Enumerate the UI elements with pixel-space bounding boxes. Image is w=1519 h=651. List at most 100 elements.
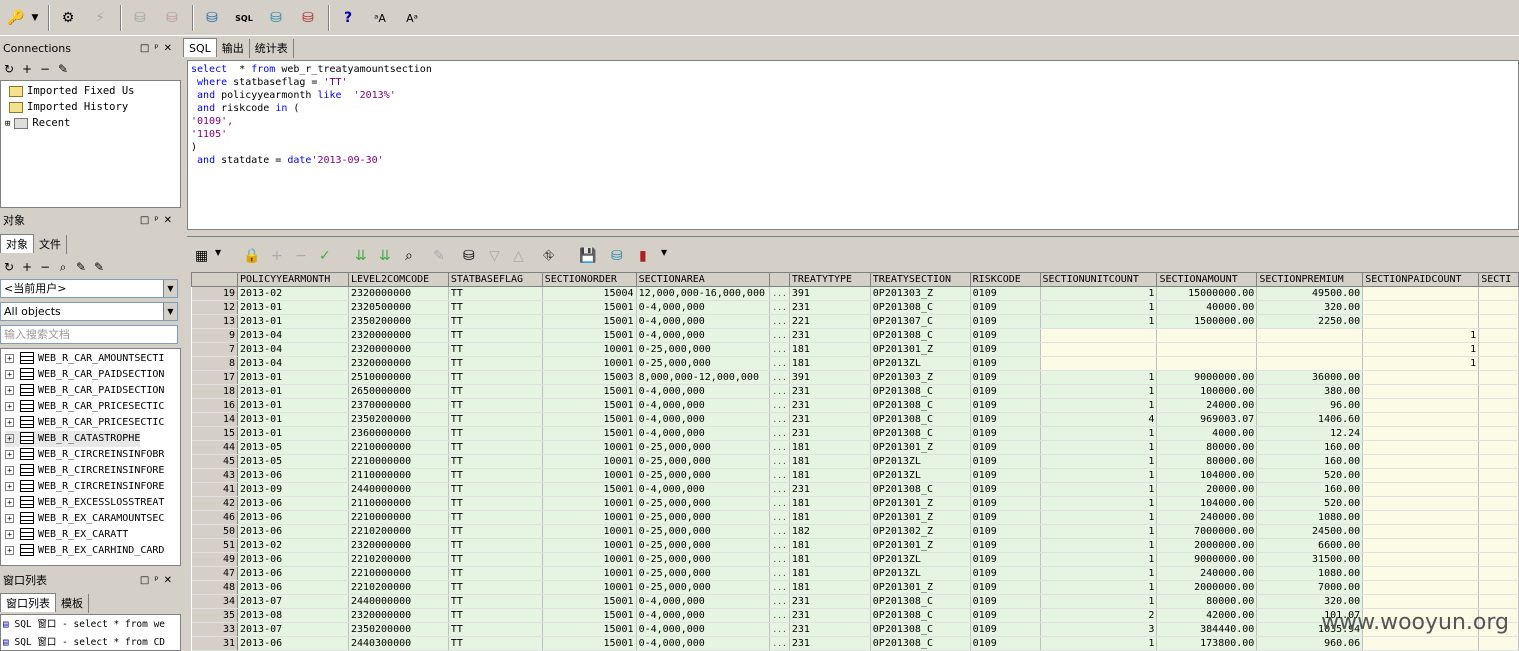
expand-icon[interactable]: + <box>5 417 14 427</box>
fetch-next-icon[interactable]: ⇊ <box>355 248 367 264</box>
object-item[interactable]: + WEB_R_CAR_PAIDSECTION <box>5 383 164 399</box>
table-row[interactable]: 41 2013-09 2440000000 TT 15001 0-4,000,000...… <box>191 482 1519 497</box>
expand-icon[interactable]: + <box>5 513 14 523</box>
table-row[interactable]: 16 2013-01 2370000000 TT 15001 0-4,000,000...… <box>191 398 1519 413</box>
ellipsis-button[interactable]: ... <box>769 552 790 567</box>
object-item[interactable]: + WEB_R_CATASTROPHE <box>5 431 141 447</box>
chevron-down-icon[interactable]: ▼ <box>215 248 221 257</box>
table-row[interactable]: 44 2013-05 2210000000 TT 10001 0-25,000,000..… <box>191 440 1519 455</box>
object-item[interactable]: + WEB_R_EX_CARAMOUNTSEC <box>5 511 164 527</box>
rollback-icon[interactable]: ⛁ <box>160 6 184 30</box>
commit-icon[interactable]: ⛁ <box>128 6 152 30</box>
chevron-down-icon[interactable]: ▼ <box>163 303 177 320</box>
expand-icon[interactable]: + <box>5 369 14 379</box>
table-row[interactable]: 18 2013-01 2650000000 TT 15001 0-4,000,000...… <box>191 384 1519 399</box>
chart-icon[interactable]: ▮ <box>639 248 647 264</box>
font-icon[interactable]: ᵃA <box>368 6 392 30</box>
column-header[interactable]: SECTIONPAIDCOUNT <box>1362 272 1480 287</box>
tree-item-history[interactable]: Imported History <box>9 99 128 115</box>
tab-objects[interactable]: 对象 <box>0 234 34 253</box>
ellipsis-button[interactable]: ... <box>769 580 790 595</box>
expand-icon[interactable]: + <box>5 353 14 363</box>
ellipsis-button[interactable]: ... <box>769 328 790 343</box>
table-row[interactable]: 13 2013-01 2350200000 TT 15001 0-4,000,000...… <box>191 314 1519 329</box>
tab-window-list[interactable]: 窗口列表 <box>0 593 56 612</box>
chevron-down-icon[interactable]: ▼ <box>28 6 42 30</box>
font2-icon[interactable]: Aᵃ <box>400 6 424 30</box>
table-row[interactable]: 48 2013-06 2210200000 TT 10001 0-25,000,000..… <box>191 580 1519 595</box>
add-row-icon[interactable]: + <box>271 248 283 264</box>
add-icon[interactable]: + <box>18 258 36 276</box>
window-item[interactable]: ▤ SQL 窗口 - select * from CD <box>3 635 165 650</box>
next-icon[interactable]: △ <box>513 248 524 264</box>
db-icon[interactable]: ⛁ <box>264 6 288 30</box>
expand-icon[interactable]: + <box>5 529 14 539</box>
column-header[interactable]: POLICYYEARMONTH <box>237 272 349 287</box>
table-row[interactable]: 12 2013-01 2320500000 TT 15001 0-4,000,000...… <box>191 300 1519 315</box>
expand-icon[interactable]: + <box>5 481 14 491</box>
column-header[interactable]: STATBASEFLAG <box>447 272 543 287</box>
ellipsis-button[interactable]: ... <box>769 454 790 469</box>
column-header[interactable]: TREATYSECTION <box>869 272 971 287</box>
add-icon[interactable]: + <box>18 60 36 78</box>
ellipsis-button[interactable]: ... <box>769 468 790 483</box>
object-item[interactable]: + WEB_R_EXCESSLOSSTREAT <box>5 495 164 511</box>
ellipsis-button[interactable]: ... <box>769 342 790 357</box>
ellipsis-button[interactable]: ... <box>769 440 790 455</box>
tree-item-fixed[interactable]: Imported Fixed Us <box>9 83 134 99</box>
key-icon[interactable]: 🔑 <box>4 6 28 30</box>
expand-icon[interactable]: + <box>5 497 14 507</box>
ellipsis-button[interactable]: ... <box>769 356 790 371</box>
ellipsis-button[interactable]: ... <box>769 384 790 399</box>
table-row[interactable]: 45 2013-05 2210000000 TT 10001 0-25,000,000..… <box>191 454 1519 469</box>
object-item[interactable]: + WEB_R_CAR_PRICESECTIC <box>5 399 164 415</box>
ellipsis-button[interactable]: ... <box>769 370 790 385</box>
object-item[interactable]: + WEB_R_CIRCREINSINFORE <box>5 463 164 479</box>
edit-icon[interactable]: ✎ <box>54 60 72 78</box>
ellipsis-button[interactable]: ... <box>769 594 790 609</box>
column-header[interactable]: SECTIONUNITCOUNT <box>1039 272 1158 287</box>
tree-item-recent[interactable]: ⊞ Recent <box>5 115 70 131</box>
lightning-icon[interactable]: ⚡ <box>88 6 112 30</box>
ellipsis-button[interactable]: ... <box>769 636 790 651</box>
column-header[interactable]: LEVEL2COMCODE <box>347 272 449 287</box>
ellipsis-button[interactable]: ... <box>769 622 790 637</box>
ellipsis-button[interactable]: ... <box>769 426 790 441</box>
table-row[interactable]: 9 2013-04 2320000000 TT 15001 0-4,000,000... 2… <box>191 328 1519 343</box>
ellipsis-button[interactable]: ... <box>769 608 790 623</box>
table-row[interactable]: 51 2013-02 2320000000 TT 10001 0-25,000,000..… <box>191 538 1519 553</box>
connect-icon[interactable]: ⛁ <box>200 6 224 30</box>
column-header[interactable]: SECTIONAMOUNT <box>1156 272 1258 287</box>
table-row[interactable]: 43 2013-06 2110000000 TT 10001 0-25,000,000..… <box>191 468 1519 483</box>
ellipsis-button[interactable]: ... <box>769 286 790 301</box>
table-row[interactable]: 14 2013-01 2350200000 TT 15001 0-4,000,000...… <box>191 412 1519 427</box>
tab-files[interactable]: 文件 <box>34 235 67 254</box>
export-icon[interactable]: ⛁ <box>611 248 623 264</box>
ellipsis-button[interactable]: ... <box>769 482 790 497</box>
window-item[interactable]: ▤ SQL 窗口 - select * from we <box>3 617 165 633</box>
object-item[interactable]: + WEB_R_EX_CARATT <box>5 527 128 543</box>
panel-controls[interactable]: □ᵖ✕ <box>140 212 177 229</box>
column-header[interactable]: SECTIONAREA <box>635 272 771 287</box>
table-row[interactable]: 33 2013-07 2350200000 TT 15001 0-4,000,000...… <box>191 622 1519 637</box>
ellipsis-button[interactable]: ... <box>769 300 790 315</box>
binoculars-icon[interactable]: ⌕ <box>405 248 413 264</box>
table-row[interactable]: 8 2013-04 2320000000 TT 10001 0-25,000,000...… <box>191 356 1519 371</box>
fetch-last-icon[interactable]: ⇊ <box>379 248 391 264</box>
prev-icon[interactable]: ▽ <box>489 248 500 264</box>
refresh-icon[interactable]: ↻ <box>0 258 18 276</box>
clear-icon[interactable]: ✎ <box>433 248 445 264</box>
table-row[interactable]: 15 2013-01 2360000000 TT 15001 0-4,000,000...… <box>191 426 1519 441</box>
tab-templates[interactable]: 模板 <box>56 594 89 613</box>
user-select[interactable]: <当前用户> ▼ <box>0 279 178 298</box>
grid-icon[interactable]: ▦ <box>195 248 208 264</box>
column-header[interactable] <box>191 272 238 287</box>
expand-icon[interactable]: + <box>5 385 14 395</box>
object-item[interactable]: + WEB_R_CIRCREINSINFOBR <box>5 447 164 463</box>
table-row[interactable]: 50 2013-06 2210200000 TT 10001 0-25,000,000..… <box>191 524 1519 539</box>
table-row[interactable]: 31 2013-06 2440300000 TT 15001 0-4,000,000...… <box>191 636 1519 651</box>
ellipsis-button[interactable]: ... <box>769 538 790 553</box>
refresh-icon[interactable]: ↻ <box>0 60 18 78</box>
find-icon[interactable]: ⌕ <box>54 258 72 276</box>
table-row[interactable]: 17 2013-01 2510000000 TT 15003 8,000,000-12,0… <box>191 370 1519 385</box>
